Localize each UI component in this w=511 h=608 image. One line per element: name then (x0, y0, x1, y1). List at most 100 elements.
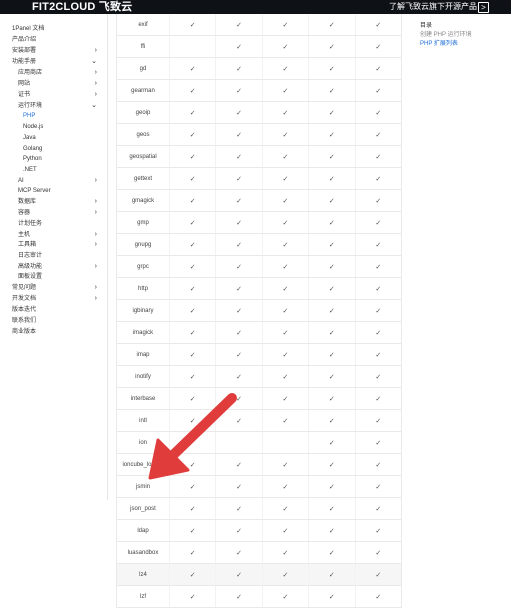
chevron-icon[interactable]: ⌄ (91, 101, 97, 111)
extension-name: http (116, 277, 170, 300)
sidebar-item[interactable]: 工具箱 › (0, 240, 107, 250)
support-check-icon: ✓ (261, 145, 309, 168)
chevron-icon[interactable]: › (95, 197, 97, 207)
support-check-icon: ✓ (354, 123, 403, 146)
support-check-icon: ✓ (215, 563, 263, 586)
support-check-icon: ✓ (308, 409, 356, 432)
support-check-icon: ✓ (354, 431, 403, 454)
sidebar-item[interactable]: 1Panel 文档 (0, 24, 107, 34)
extension-name: lzf (116, 585, 170, 608)
support-check-icon: ✓ (168, 409, 216, 432)
chevron-icon[interactable]: › (95, 240, 97, 250)
sidebar-item[interactable]: 证书 › (0, 90, 107, 100)
sidebar-item[interactable]: 常见问题 › (0, 283, 107, 293)
support-check-icon: ✓ (261, 167, 309, 190)
sidebar-item[interactable]: MCP Server (0, 186, 107, 196)
promo-arrow-icon[interactable]: > (478, 2, 489, 13)
chevron-icon[interactable]: › (95, 283, 97, 293)
support-check-icon: ✓ (168, 57, 216, 80)
sidebar-item[interactable]: .NET (0, 165, 107, 175)
support-check-icon: ✓ (354, 519, 403, 542)
chevron-icon[interactable]: › (95, 176, 97, 186)
sidebar-item[interactable]: 高级功能 › (0, 262, 107, 272)
support-check-icon: ✓ (215, 123, 263, 146)
sidebar-item[interactable]: 运行环境 ⌄ (0, 101, 107, 111)
promo-link[interactable]: 了解飞致云旗下开源产品 (389, 0, 477, 14)
support-check-icon: ✓ (308, 189, 356, 212)
chevron-icon[interactable]: › (95, 90, 97, 100)
sidebar-item[interactable]: 开发文档 › (0, 294, 107, 304)
support-check-icon: ✓ (261, 453, 309, 476)
sidebar-item[interactable]: 主机 › (0, 230, 107, 240)
support-check-icon: ✓ (215, 585, 263, 608)
sidebar-item[interactable]: 应用商店 › (0, 68, 107, 78)
support-check-icon: ✓ (354, 585, 403, 608)
support-check-icon: ✓ (215, 189, 263, 212)
sidebar-item[interactable]: 日志审计 (0, 251, 107, 261)
sidebar-item-label: 联系我们 (12, 318, 37, 324)
extension-name: inotify (116, 365, 170, 388)
support-check-icon: ✓ (168, 519, 216, 542)
sidebar-item[interactable]: 版本迭代 (0, 305, 107, 315)
support-check-icon: ✓ (215, 79, 263, 102)
support-check-icon: ✓ (354, 57, 403, 80)
support-check-icon: ✓ (168, 497, 216, 520)
support-check-icon: ✓ (354, 233, 403, 256)
chevron-icon[interactable]: › (95, 79, 97, 89)
chevron-icon[interactable]: › (95, 208, 97, 218)
extension-name: ffi (116, 35, 170, 58)
support-check-icon: ✓ (354, 321, 403, 344)
extension-name: imagick (116, 321, 170, 344)
table-row: interbase ✓ ✓ ✓ ✓ ✓ (116, 387, 403, 410)
extension-name: ion (116, 431, 170, 454)
sidebar-item[interactable]: Java (0, 133, 107, 143)
sidebar-item[interactable]: 网站 › (0, 79, 107, 89)
chevron-icon[interactable]: › (95, 294, 97, 304)
table-row: lzf ✓ ✓ ✓ ✓ ✓ (116, 585, 403, 608)
support-check-icon: ✓ (354, 101, 403, 124)
sidebar-item[interactable]: 功能手册 ⌄ (0, 57, 107, 67)
support-check-icon: ✓ (354, 79, 403, 102)
sidebar-item[interactable]: 容器 › (0, 208, 107, 218)
support-check-icon: ✓ (215, 497, 263, 520)
chevron-icon[interactable]: ⌄ (91, 57, 97, 67)
extension-name: grpc (116, 255, 170, 278)
top-header: FIT2CLOUD 飞致云 了解飞致云旗下开源产品 > (0, 0, 511, 14)
support-check-icon: ✓ (168, 541, 216, 564)
support-check-icon: ✓ (308, 145, 356, 168)
chevron-icon[interactable]: › (95, 46, 97, 56)
extension-name: ioncube_loader (116, 453, 170, 476)
toc-title: 目录 (420, 23, 433, 29)
support-check-icon (215, 431, 263, 454)
extension-name: igbinary (116, 299, 170, 322)
sidebar-item-label: 高级功能 (18, 264, 43, 270)
sidebar-item[interactable]: AI › (0, 176, 107, 186)
support-check-icon: ✓ (354, 35, 403, 58)
sidebar-item[interactable]: Python (0, 154, 107, 164)
sidebar-item[interactable]: Node.js (0, 122, 107, 132)
support-check-icon: ✓ (215, 255, 263, 278)
sidebar-item[interactable]: 联系我们 (0, 316, 107, 326)
toc-item[interactable]: PHP 扩展列表 (420, 40, 510, 49)
chevron-icon[interactable]: › (95, 230, 97, 240)
brand-logo[interactable]: FIT2CLOUD 飞致云 (32, 0, 132, 14)
sidebar-item[interactable]: 面板设置 (0, 272, 107, 282)
sidebar-item[interactable]: 商业版本 (0, 327, 107, 337)
support-check-icon: ✓ (354, 541, 403, 564)
sidebar-item[interactable]: 产品介绍 (0, 35, 107, 45)
sidebar-item[interactable]: 计划任务 (0, 219, 107, 229)
sidebar-item[interactable]: PHP (0, 111, 107, 121)
chevron-icon[interactable]: › (95, 262, 97, 272)
extension-name: geos (116, 123, 170, 146)
sidebar-item[interactable]: 安装部署 › (0, 46, 107, 56)
support-check-icon: ✓ (215, 145, 263, 168)
support-check-icon: ✓ (261, 255, 309, 278)
toc-item[interactable]: 创建 PHP 运行环境 (420, 31, 510, 40)
sidebar-item[interactable]: Golang (0, 144, 107, 154)
support-check-icon: ✓ (354, 387, 403, 410)
sidebar-item[interactable]: 数据库 › (0, 197, 107, 207)
table-row: gearman ✓ ✓ ✓ ✓ ✓ (116, 79, 403, 102)
sidebar-item-label: 产品介绍 (12, 37, 37, 43)
chevron-icon[interactable]: › (95, 68, 97, 78)
support-check-icon: ✓ (168, 167, 216, 190)
